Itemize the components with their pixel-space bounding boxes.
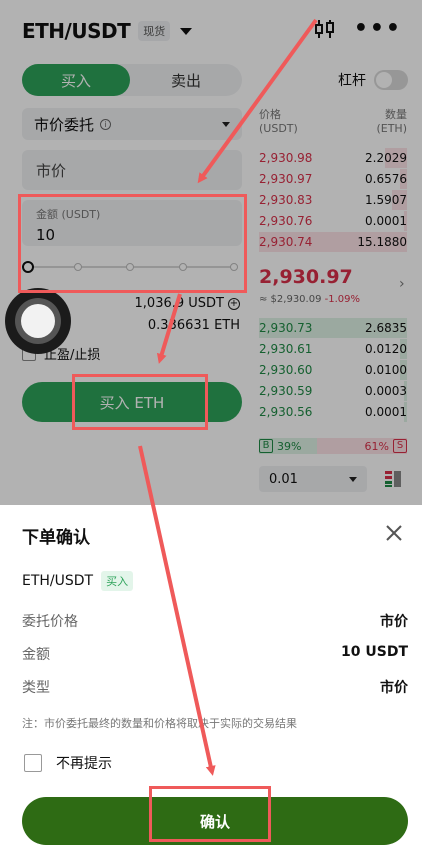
sheet-note: 注：市价委托最终的数量和价格将取决于实际的交易结果 [22, 717, 297, 730]
no-remind-label: 不再提示 [56, 756, 112, 772]
detail-row: 类型 市价 [22, 677, 408, 697]
assistive-ring [15, 298, 61, 344]
sheet-title: 下单确认 [22, 528, 90, 548]
detail-key: 金额 [22, 647, 50, 663]
no-remind-checkbox[interactable] [24, 754, 42, 772]
no-remind-option[interactable]: 不再提示 [24, 753, 112, 773]
annotation-box-confirm [149, 786, 271, 842]
sheet-pair: ETH/USDT 买入 [22, 571, 134, 591]
detail-value: 市价 [380, 680, 408, 696]
detail-row: 金额 10 USDT [22, 644, 408, 664]
annotation-box-buy [72, 374, 208, 430]
detail-row: 委托价格 市价 [22, 611, 408, 631]
trade-screen: ETH/USDT 现货 ••• 买入 卖出 杠杆 市价委托 i 市价 金额 (U… [0, 0, 422, 845]
detail-key: 类型 [22, 680, 50, 696]
assistive-touch-button[interactable] [5, 288, 71, 354]
detail-value: 市价 [380, 614, 408, 630]
annotation-box-amount [18, 194, 247, 293]
sheet-pair-value: ETH/USDT [22, 573, 94, 589]
assistive-core [21, 304, 55, 338]
detail-key: 委托价格 [22, 614, 78, 630]
detail-value: 10 USDT [341, 644, 408, 660]
side-tag: 买入 [101, 571, 134, 591]
close-icon[interactable] [380, 519, 408, 547]
